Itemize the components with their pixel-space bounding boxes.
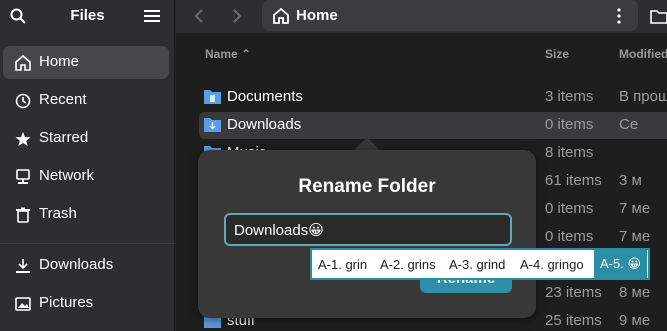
home-icon: [273, 8, 289, 24]
back-arrow-icon[interactable]: [192, 8, 206, 24]
file-name: Downloads: [227, 116, 302, 133]
sidebar-item-recent[interactable]: Recent: [3, 84, 169, 117]
download-icon: [16, 259, 30, 273]
sidebar-header: Files: [0, 0, 175, 33]
file-size: 25 items: [545, 312, 602, 329]
sidebar: Files Home Recent Starred Network Trash …: [0, 0, 175, 331]
column-header-name[interactable]: Name ⌃: [205, 47, 251, 61]
candidate-item[interactable]: A-3. grind: [449, 257, 505, 272]
clock-icon: [15, 93, 31, 109]
column-header-modified[interactable]: Modified: [619, 47, 667, 61]
sidebar-item-downloads[interactable]: Downloads: [3, 249, 169, 282]
sidebar-item-starred[interactable]: Starred: [3, 122, 169, 155]
candidate-item[interactable]: A-1. grin: [318, 257, 367, 272]
trash-icon: [16, 207, 30, 223]
sidebar-item-label: Starred: [39, 129, 89, 146]
file-size: 8 items: [545, 144, 594, 161]
file-modified: 7 ме: [619, 228, 651, 245]
rename-input[interactable]: Downloads😀: [224, 213, 512, 246]
file-size: 0 items: [545, 116, 594, 133]
sidebar-item-label: Home: [39, 53, 80, 70]
candidate-item[interactable]: A-4. gringo: [520, 257, 584, 272]
new-folder-icon[interactable]: [650, 8, 667, 24]
sidebar-item-label: Trash: [39, 205, 77, 222]
table-row-selected[interactable]: Downloads 0 items Се: [199, 112, 667, 139]
home-icon: [15, 55, 31, 71]
file-size: 0 items: [545, 200, 594, 217]
kebab-menu-icon[interactable]: [615, 8, 623, 24]
file-modified: Се: [619, 116, 639, 133]
table-row[interactable]: Documents 3 items В прош: [199, 84, 667, 111]
sidebar-item-label: Pictures: [39, 294, 94, 311]
file-size: 3 items: [545, 88, 594, 105]
path-bar[interactable]: Home: [262, 0, 638, 31]
sidebar-item-label: Downloads: [39, 256, 114, 273]
sidebar-item-pictures[interactable]: Pictures: [3, 287, 169, 320]
path-label: Home: [296, 7, 338, 24]
candidate-item-selected[interactable]: A-5. 😀: [594, 250, 648, 278]
rename-input-value: Downloads😀: [234, 222, 324, 239]
emoji-candidate-bar: A-1. grin A-2. grins A-3. grind A-4. gri…: [310, 248, 650, 280]
forward-arrow-icon[interactable]: [230, 8, 244, 24]
sort-ascending-icon: ⌃: [241, 47, 252, 61]
sidebar-separator: [0, 243, 175, 244]
file-size: 61 items: [545, 172, 602, 189]
file-size: 23 items: [545, 284, 602, 301]
file-modified: 9 ме: [619, 312, 651, 329]
file-name: Documents: [227, 88, 303, 105]
file-modified: 8 ме: [619, 284, 651, 301]
candidate-item[interactable]: A-2. grins: [380, 257, 436, 272]
sidebar-item-home[interactable]: Home: [3, 46, 169, 79]
file-modified: 3 м: [619, 172, 642, 189]
file-modified: 7 ме: [619, 200, 651, 217]
sidebar-item-trash[interactable]: Trash: [3, 198, 169, 231]
sidebar-item-label: Recent: [39, 91, 87, 108]
hamburger-menu-icon[interactable]: [144, 9, 160, 23]
folder-documents-icon: [204, 90, 221, 104]
column-header-label: Name: [205, 47, 238, 61]
file-size: 0 items: [545, 228, 594, 245]
picture-icon: [15, 297, 31, 311]
file-modified: В прош: [619, 88, 667, 105]
column-header-size[interactable]: Size: [545, 47, 569, 61]
dialog-title: Rename Folder: [298, 176, 436, 197]
star-icon: [15, 132, 31, 146]
folder-download-icon: [204, 118, 221, 132]
